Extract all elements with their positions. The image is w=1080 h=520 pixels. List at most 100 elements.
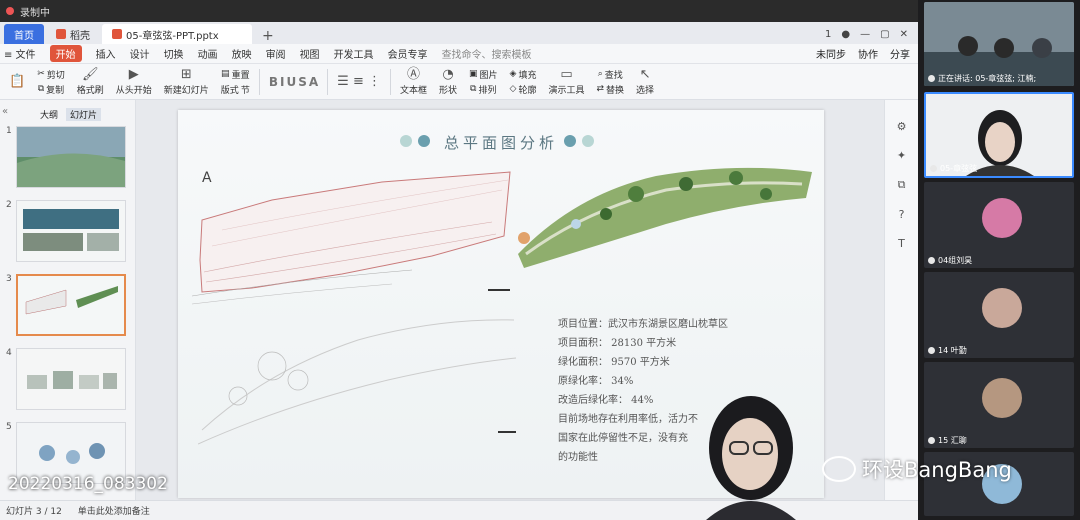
italic-button[interactable]: I: [280, 75, 284, 89]
thumbnail-item[interactable]: 2: [6, 200, 126, 262]
menu-animation[interactable]: 动画: [198, 46, 218, 61]
mic-icon: [928, 75, 935, 82]
bold-button[interactable]: B: [269, 75, 278, 89]
tab-home[interactable]: 首页: [4, 24, 44, 44]
slide-thumbnail[interactable]: [16, 200, 126, 262]
notes-placeholder[interactable]: 单击此处添加备注: [78, 504, 150, 517]
new-tab-button[interactable]: +: [254, 28, 282, 44]
arrange-button[interactable]: ⧉ 排列: [470, 83, 496, 96]
panel-tabs: 大纲 幻灯片: [0, 100, 135, 121]
tab-home-label: 首页: [14, 30, 34, 42]
right-tool-rail: ⚙ ✦ ⧉ ? T: [884, 100, 918, 500]
command-search[interactable]: 查找命令、搜索模板: [442, 46, 532, 61]
replace-button[interactable]: ⇄ 替换: [596, 83, 624, 96]
thumbnail-item[interactable]: 1: [6, 126, 126, 188]
menu-slideshow[interactable]: 放映: [232, 46, 252, 61]
tab-slides[interactable]: 幻灯片: [66, 108, 102, 121]
participant-avatar: [982, 198, 1022, 238]
share-button[interactable]: 分享: [890, 46, 910, 61]
tab-outline[interactable]: 大纲: [40, 108, 58, 121]
close-icon[interactable]: ✕: [900, 29, 908, 40]
menu-member[interactable]: 会员专享: [388, 46, 428, 61]
align-icon[interactable]: ☰ ≡ ⋮: [337, 75, 381, 88]
layout-button[interactable]: 版式: [221, 83, 239, 96]
select-button[interactable]: ↖ 选择: [633, 68, 657, 96]
font-format-group: B I U S A: [266, 75, 321, 89]
menu-developer[interactable]: 开发工具: [334, 46, 374, 61]
minimize-icon[interactable]: —: [860, 29, 870, 40]
replace-label: 替换: [606, 85, 625, 96]
maximize-icon[interactable]: ▢: [880, 29, 889, 40]
menu-view[interactable]: 视图: [300, 46, 320, 61]
shadow-button[interactable]: A: [309, 75, 318, 89]
slide-count: 幻灯片 3 / 12: [6, 507, 62, 517]
present-tools-icon: ▭: [560, 66, 573, 82]
participant-tile[interactable]: 15 汇聊: [924, 362, 1074, 448]
copy-format-icon[interactable]: ⧉: [898, 178, 906, 192]
thumbnail-item[interactable]: 3: [6, 274, 126, 336]
participant-tile-active[interactable]: 05-章弦弦: [924, 92, 1074, 178]
outline-button[interactable]: ◇ 轮廓: [510, 83, 537, 96]
play-icon: ▶: [128, 66, 139, 82]
slide-thumbnail[interactable]: [16, 348, 126, 410]
shape-label: 形状: [438, 85, 457, 96]
account-icon[interactable]: ●: [841, 29, 850, 40]
copy-button[interactable]: ⧉ 复制: [38, 83, 64, 96]
cut-button[interactable]: ✂ 剪切: [37, 68, 65, 81]
slide-thumbnail[interactable]: [16, 126, 126, 188]
layout-section-row: 版式 节: [221, 83, 250, 96]
paste-icon: 📋: [9, 74, 26, 89]
sync-status[interactable]: 未同步: [816, 46, 846, 61]
picture-button[interactable]: ▣ 图片: [469, 68, 498, 81]
window-count[interactable]: 1: [825, 29, 831, 40]
participant-name: 15 汇聊: [938, 436, 967, 445]
new-slide-button[interactable]: ⊞ 新建幻灯片: [161, 68, 212, 96]
menu-insert[interactable]: 插入: [96, 46, 116, 61]
participant-avatar: [982, 378, 1022, 418]
info-line: 项目面积： 28130 平方米: [558, 338, 677, 349]
paste-button[interactable]: 📋: [6, 75, 28, 88]
help-icon[interactable]: ?: [899, 208, 905, 221]
section-button[interactable]: 节: [241, 83, 250, 96]
slide-thumbnail-selected[interactable]: [16, 274, 126, 336]
textbox-label: 文本框: [399, 85, 427, 96]
collapse-panel-icon[interactable]: «: [2, 106, 8, 117]
pin-icon[interactable]: ✦: [897, 149, 906, 162]
participant-tile[interactable]: 14 叶勤: [924, 272, 1074, 358]
tab-docer[interactable]: 稻壳: [46, 24, 100, 44]
strikethrough-button[interactable]: S: [298, 75, 307, 89]
textbox-button[interactable]: Ⓐ 文本框: [397, 68, 430, 96]
participant-name: 05-章弦弦: [940, 164, 978, 173]
menu-transition[interactable]: 切换: [164, 46, 184, 61]
font-style-row: B I U S A: [269, 75, 318, 89]
underline-button[interactable]: U: [286, 75, 296, 89]
present-tools-button[interactable]: ▭ 演示工具: [545, 68, 587, 96]
menu-file[interactable]: ≡ 文件: [4, 46, 36, 61]
participant-label: 04组刘昊: [928, 255, 972, 266]
fill-outline-group: ◈ 填充 ◇ 轮廓: [507, 68, 540, 96]
text-icon[interactable]: T: [898, 237, 905, 250]
settings-sliders-icon[interactable]: ⚙: [897, 120, 907, 133]
menu-design[interactable]: 设计: [130, 46, 150, 61]
docer-icon: [56, 29, 66, 39]
tab-document[interactable]: 05-章弦弦-PPT.pptx: [102, 24, 252, 44]
participant-tile[interactable]: 正在讲话: 05-章弦弦; 江楠;: [924, 2, 1074, 86]
find-button[interactable]: ⌕ 查找: [598, 68, 623, 81]
format-painter-button[interactable]: 🖌 格式刷: [74, 68, 107, 96]
info-line: 项目位置：武汉市东湖景区磨山枕草区: [558, 319, 728, 330]
ribbon-toolbar: 📋 ✂ 剪切 ⧉ 复制 🖌 格式刷 ▶ 从头开始 ⊞ 新建幻灯片 ▤ 重置 版式 节 B I…: [0, 64, 918, 100]
reset-label: 重置: [231, 70, 250, 81]
select-label: 选择: [636, 85, 655, 96]
collab-button[interactable]: 协作: [858, 46, 878, 61]
from-start-button[interactable]: ▶ 从头开始: [113, 68, 155, 96]
menu-review[interactable]: 审阅: [266, 46, 286, 61]
recording-timestamp: 20220316_083302: [8, 474, 168, 494]
menu-home[interactable]: 开始: [49, 45, 82, 62]
scissors-icon: ✂: [37, 69, 45, 79]
fill-button[interactable]: ◈ 填充: [510, 68, 537, 81]
participant-tile[interactable]: 04组刘昊: [924, 182, 1074, 268]
reset-button[interactable]: ▤ 重置: [221, 68, 250, 81]
shape-button[interactable]: ◔ 形状: [436, 68, 460, 96]
shape-icon: ◔: [442, 66, 454, 82]
thumbnail-item[interactable]: 4: [6, 348, 126, 410]
